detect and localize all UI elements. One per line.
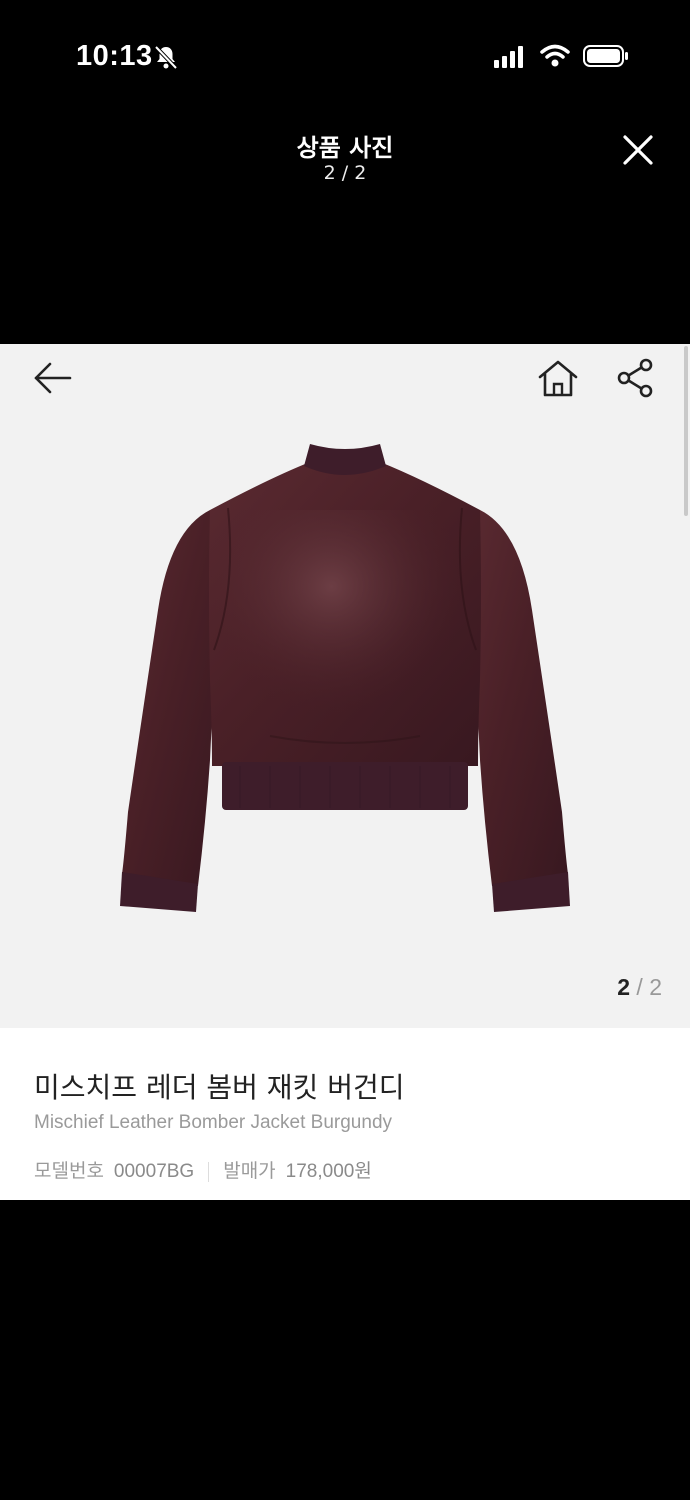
image-page-indicator: 2 / 2: [617, 974, 662, 1001]
page-current: 2: [617, 974, 631, 1000]
product-name-en: Mischief Leather Bomber Jacket Burgundy: [34, 1112, 393, 1133]
product-screenshot: 2 / 2 미스치프 레더 봄버 재킷 버건디 Mischief Leather…: [0, 344, 690, 1200]
jacket-image: [120, 444, 570, 912]
model-number-value: 00007BG: [113, 1161, 195, 1182]
battery-icon: [583, 45, 628, 67]
viewer-counter: 2 / 2: [323, 162, 367, 184]
status-time: 10:13: [76, 40, 153, 72]
product-info: 미스치프 레더 봄버 재킷 버건디 Mischief Leather Bombe…: [0, 1028, 690, 1200]
page-total: 2: [649, 974, 662, 1000]
scrollbar[interactable]: [684, 346, 688, 516]
bell-slash-icon: [154, 45, 178, 70]
meta-divider: [208, 1161, 210, 1182]
release-price-label: 발매가: [223, 1160, 276, 1182]
product-photo-area[interactable]: 2 / 2: [0, 344, 690, 1028]
back-arrow-icon[interactable]: [30, 360, 74, 396]
close-icon[interactable]: [620, 132, 656, 168]
wifi-icon: [540, 44, 570, 67]
product-meta: 모델번호 00007BG 발매가 178,000원: [34, 1156, 372, 1183]
cellular-signal-icon: [494, 46, 523, 68]
model-number-label: 모델번호: [34, 1160, 104, 1182]
home-icon[interactable]: [536, 358, 580, 398]
page-separator: /: [636, 974, 643, 1000]
share-icon[interactable]: [614, 358, 656, 398]
release-price-value: 178,000원: [285, 1161, 372, 1182]
status-bar: 10:13: [0, 0, 690, 110]
product-name-ko: 미스치프 레더 봄버 재킷 버건디: [34, 1071, 405, 1104]
viewer-title: 상품 사진: [296, 134, 394, 162]
